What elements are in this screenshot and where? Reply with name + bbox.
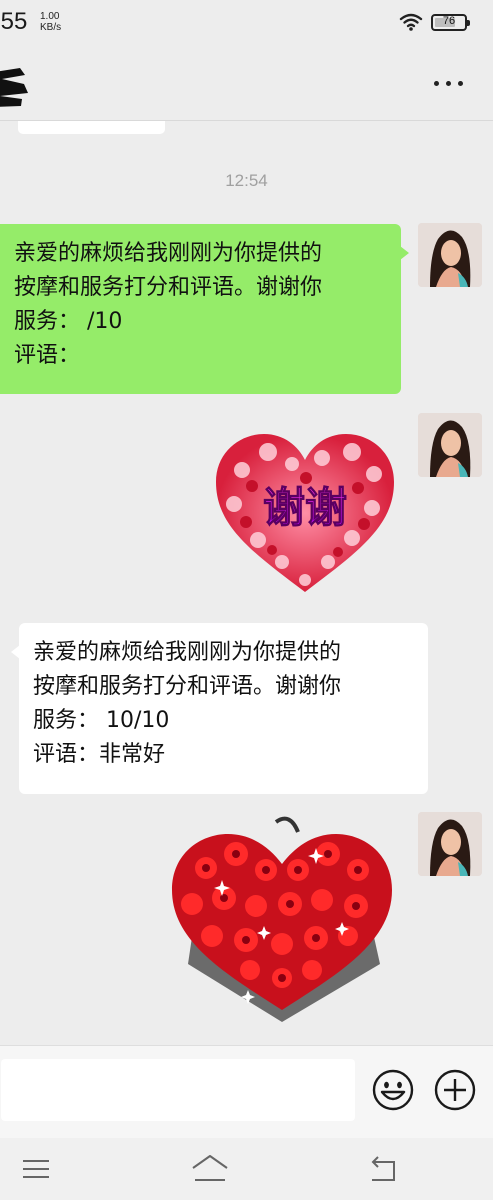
status-bar: :55 1.00 KB/s 76 bbox=[0, 0, 493, 46]
plus-icon[interactable] bbox=[433, 1068, 477, 1112]
sent-message-bubble[interactable]: 亲爱的麻烦给我刚刚为你提供的 按摩和服务打分和评语。谢谢你 服务： /10 评语… bbox=[0, 224, 409, 394]
chat-messages[interactable]: 12:54 亲爱的麻烦给我刚刚为你提供的 按摩和服务打分和评语。谢谢你 服务： … bbox=[0, 121, 493, 1045]
received-message-bubble[interactable]: 亲爱的麻烦给我刚刚为你提供的 按摩和服务打分和评语。谢谢你 服务： 10/10 … bbox=[11, 623, 428, 794]
battery-level: 76 bbox=[442, 15, 456, 27]
message-line: 亲爱的麻烦给我刚刚为你提供的 bbox=[14, 241, 323, 266]
message-input-bar bbox=[0, 1045, 493, 1138]
previous-message-bubble[interactable] bbox=[18, 121, 165, 134]
more-dot bbox=[446, 81, 451, 86]
message-timestamp: 12:54 bbox=[225, 171, 268, 190]
network-speed-unit: KB/s bbox=[40, 22, 62, 33]
message-input[interactable] bbox=[1, 1059, 355, 1121]
home-icon[interactable] bbox=[190, 1152, 230, 1186]
more-dot bbox=[458, 81, 463, 86]
message-line: 按摩和服务打分和评语。谢谢你 bbox=[14, 275, 323, 300]
rose-heart-sticker[interactable] bbox=[166, 814, 398, 1026]
status-time: :55 bbox=[0, 8, 28, 35]
system-navigation-bar bbox=[0, 1138, 493, 1200]
message-line: 服务： /10 bbox=[14, 309, 123, 334]
avatar-photo bbox=[418, 812, 482, 876]
message-line: 按摩和服务打分和评语。谢谢你 bbox=[33, 674, 342, 699]
chat-header bbox=[0, 46, 493, 121]
thanks-heart-sticker[interactable]: 谢谢 bbox=[212, 430, 398, 596]
network-speed: 1.00 KB/s bbox=[40, 11, 70, 33]
message-line: 评语： bbox=[14, 343, 81, 368]
emoji-icon[interactable] bbox=[371, 1068, 415, 1112]
avatar[interactable] bbox=[418, 812, 482, 876]
avatar-photo bbox=[418, 413, 482, 477]
back-icon[interactable] bbox=[366, 1152, 400, 1186]
avatar[interactable] bbox=[418, 413, 482, 477]
message-line: 评语：非常好 bbox=[33, 742, 166, 767]
menu-icon[interactable] bbox=[21, 1154, 51, 1184]
sticker-text: 谢谢 bbox=[263, 483, 347, 532]
message-line: 服务： 10/10 bbox=[33, 708, 170, 733]
more-dot bbox=[434, 81, 439, 86]
battery-icon: 76 bbox=[431, 14, 470, 31]
network-speed-value: 1.00 bbox=[40, 11, 60, 22]
message-line: 亲爱的麻烦给我刚刚为你提供的 bbox=[33, 640, 342, 665]
wifi-icon bbox=[399, 13, 423, 31]
avatar[interactable] bbox=[418, 223, 482, 287]
more-options-button[interactable] bbox=[426, 68, 470, 98]
redacted-contact-name bbox=[0, 68, 28, 107]
avatar-photo bbox=[418, 223, 482, 287]
